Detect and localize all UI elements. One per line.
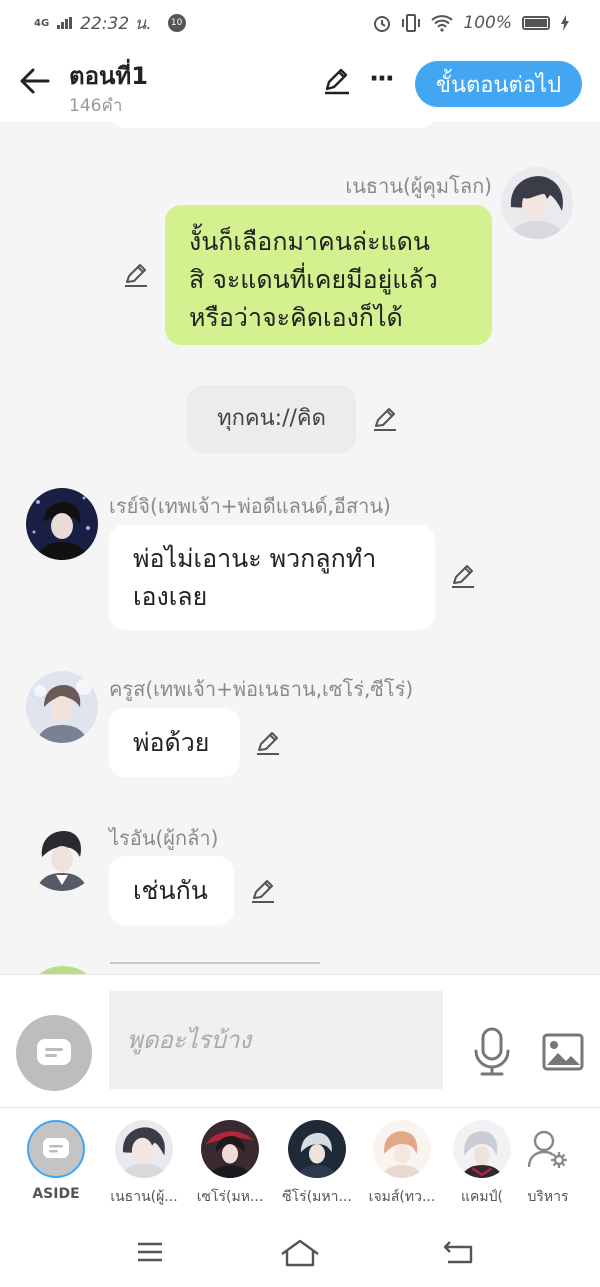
character-item[interactable]: เซโร่(มห... <box>192 1120 268 1208</box>
character-bar: ASIDE เนธาน(ผู้... เซโร่(มห... ซีโร่(มหา… <box>0 1108 600 1218</box>
avatar[interactable] <box>34 966 92 974</box>
pencil-icon[interactable] <box>322 66 352 96</box>
sender-name: เรย์จิ(เทพเจ้า+พ่อดีแลนด์,อีสาน) <box>109 494 391 518</box>
notification-badge: 10 <box>167 14 186 32</box>
battery-percent: 100% <box>463 13 512 33</box>
pencil-icon[interactable] <box>449 562 477 590</box>
character-label: บริหาร <box>527 1189 569 1205</box>
aside-icon <box>43 1138 69 1158</box>
character-item[interactable]: แคมป์( <box>444 1120 520 1208</box>
sender-name: ไรอัน(ผู้กล้า) <box>109 826 219 850</box>
charging-icon <box>561 15 569 31</box>
message-input[interactable] <box>109 991 443 1089</box>
pencil-icon[interactable] <box>249 877 277 905</box>
character-label: เจมส์(ทว... <box>368 1189 436 1205</box>
avatar <box>453 1120 511 1178</box>
character-item[interactable]: ซีโร่(มหา... <box>279 1120 355 1208</box>
pencil-icon[interactable] <box>254 729 282 757</box>
more-icon[interactable]: ··· <box>366 64 396 94</box>
page-title: ตอนที่1 <box>69 62 148 90</box>
character-label: เนธาน(ผู้... <box>110 1189 178 1205</box>
character-label: ซีโร่(มหา... <box>282 1189 352 1205</box>
avatar[interactable] <box>26 819 98 891</box>
clock: 22:32 น. <box>80 13 152 34</box>
aside-button[interactable] <box>16 1015 92 1091</box>
manage-characters-button[interactable]: บริหาร <box>510 1120 586 1208</box>
microphone-icon[interactable] <box>472 1027 512 1077</box>
message-bubble[interactable]: พ่อด้วย <box>109 708 240 777</box>
narration-bubble[interactable]: ทุกคน://คิด <box>187 385 356 453</box>
avatar[interactable] <box>26 671 98 743</box>
message-bubble[interactable]: งั้นก็เลือกมาคนล่ะแดน สิ จะแดนที่เคยมีอย… <box>165 205 492 345</box>
sender-name: ครูส(เทพเจ้า+พ่อเนธาน,เซโร่,ซีโร่) <box>109 677 414 701</box>
character-item[interactable]: เจมส์(ทว... <box>364 1120 440 1208</box>
avatar <box>115 1120 173 1178</box>
alarm-icon <box>374 16 391 32</box>
home-icon[interactable] <box>280 1238 320 1268</box>
avatar[interactable] <box>26 488 98 560</box>
word-count: 146คำ <box>69 96 123 116</box>
aside-avatar <box>27 1120 85 1178</box>
character-label: แคมป์( <box>461 1189 503 1205</box>
header: ตอนที่1 146คำ ··· ขั้นตอนต่อไป <box>0 46 600 122</box>
pencil-icon[interactable] <box>371 405 399 433</box>
back-arrow-icon[interactable] <box>18 64 52 98</box>
chat-area[interactable]: เนธาน(ผู้คุมโลก) งั้นก็เลือกมาคนล่ะแดน ส… <box>0 122 600 974</box>
wifi-icon <box>431 15 454 32</box>
avatar <box>201 1120 259 1178</box>
system-navigation-bar <box>0 1218 600 1287</box>
message-bubble[interactable]: เช่นกัน <box>109 856 234 925</box>
return-icon[interactable] <box>442 1238 474 1266</box>
character-item[interactable]: เนธาน(ผู้... <box>106 1120 182 1208</box>
aside-icon <box>37 1039 71 1065</box>
next-step-button[interactable]: ขั้นตอนต่อไป <box>415 61 582 107</box>
sender-name: เนธาน(ผู้คุมโลก) <box>345 174 492 198</box>
vibrate-icon <box>402 14 421 32</box>
message-bubble[interactable]: พ่อไม่เอานะ พวกลูกทำ เองเลย <box>109 525 435 630</box>
composer-bar <box>0 974 600 1108</box>
sender-name <box>110 962 320 974</box>
character-aside[interactable]: ASIDE <box>18 1120 94 1202</box>
status-bar: 4G 22:32 น. 10 100% <box>0 0 600 46</box>
character-label: เซโร่(มห... <box>196 1189 264 1205</box>
menu-icon[interactable] <box>136 1238 164 1266</box>
character-label: ASIDE <box>32 1186 80 1202</box>
image-icon[interactable] <box>542 1033 584 1071</box>
avatar <box>288 1120 346 1178</box>
pencil-icon[interactable] <box>122 261 150 289</box>
network-type: 4G <box>34 17 50 29</box>
previous-message-bubble <box>110 122 435 128</box>
signal-icon <box>57 17 73 29</box>
battery-icon <box>522 16 550 30</box>
manage-characters-icon <box>519 1120 577 1178</box>
avatar <box>373 1120 431 1178</box>
avatar[interactable] <box>501 167 573 239</box>
